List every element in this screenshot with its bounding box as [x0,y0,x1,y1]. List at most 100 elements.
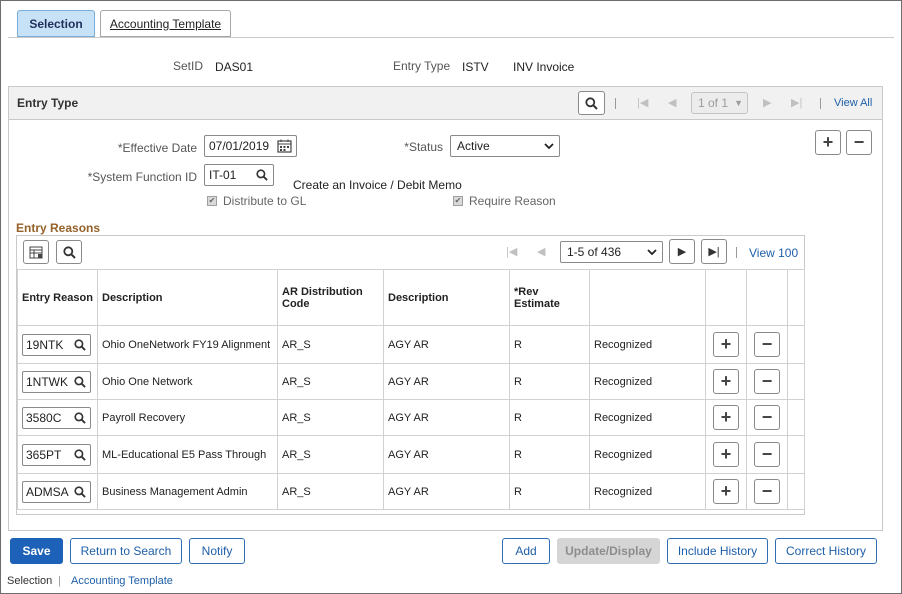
lookup-icon[interactable] [74,411,86,424]
table-header-row: Entry Reason Description AR Distribution… [17,269,805,326]
plus-icon: + [720,334,732,354]
tab-accounting-template[interactable]: Accounting Template [100,10,231,37]
view-100-link[interactable]: View 100 [749,246,798,260]
delete-cell: − [746,399,788,436]
footer-accounting-template-link[interactable]: Accounting Template [71,575,173,587]
dist-desc-cell: AGY AR [383,473,510,510]
entry-reason-cell: ADMSA [17,473,98,510]
entry-reason-field[interactable]: 1NTWK [22,370,91,393]
save-button[interactable]: Save [10,538,63,564]
view-all-link[interactable]: View All [834,97,872,109]
delete-row-button[interactable]: − [754,405,780,430]
include-history-label: Include History [677,544,758,558]
tab-accounting-template-label: Accounting Template [109,16,222,31]
lookup-icon[interactable] [74,485,86,498]
panel-page-select[interactable]: 1 of 1 ▼ [691,92,748,114]
rev-description-cell: Recognized [589,399,706,436]
plus-icon: + [720,371,732,391]
status-select[interactable]: Active [450,135,560,157]
tab-selection-label: Selection [29,16,83,31]
add-row-button[interactable]: + [713,405,739,430]
minus-icon: − [761,407,773,427]
entry-reason-field[interactable]: 3580C [22,406,91,429]
panel-search-button[interactable] [578,91,605,115]
dist-code-cell: AR_S [277,399,384,436]
grid-personalize-button[interactable] [23,240,49,264]
distribute-to-gl-checkbox[interactable]: ✔ [207,196,217,206]
chevron-down-icon [544,143,554,150]
panel-page-select-value: 1 of 1 [698,96,729,110]
grid-page-select-value: 1-5 of 436 [567,245,622,259]
plus-icon: + [822,132,834,152]
delete-row-button[interactable]: − [846,130,872,155]
add-cell: + [705,435,747,474]
grid-page-select[interactable]: 1-5 of 436 [560,241,663,263]
entry-reason-value: 1NTWK [26,374,68,389]
add-row-button[interactable]: + [713,369,739,394]
delete-row-button[interactable]: − [754,479,780,504]
delete-cell: − [746,363,788,400]
minus-icon: − [761,334,773,354]
include-history-button[interactable]: Include History [667,538,768,564]
system-function-field[interactable]: IT-01 [204,164,274,186]
lookup-icon[interactable] [74,338,86,351]
first-page-icon[interactable]: |◀ [506,245,517,258]
return-to-search-label: Return to Search [80,544,172,558]
spacer-cell [787,363,805,400]
entry-reason-value: 19NTK [26,337,64,352]
spacer-cell [787,473,805,510]
spacer-cell [787,435,805,474]
lookup-icon[interactable] [74,448,86,461]
description-cell: Ohio OneNetwork FY19 Alignment [97,325,278,364]
delete-row-button[interactable]: − [754,442,780,467]
table-row: 365PT ML-Educational E5 Pass Through AR_S A… [17,435,805,474]
tab-divider [8,37,894,38]
lookup-icon[interactable] [74,375,86,388]
notify-label: Notify [201,544,233,558]
rev-description-cell: Recognized [589,363,706,400]
correct-history-button[interactable]: Correct History [775,538,877,564]
first-page-icon[interactable]: |◀ [637,96,648,109]
minus-icon: − [853,132,865,152]
add-button[interactable]: Add [502,538,550,564]
entry-reason-cell: 1NTWK [17,363,98,400]
return-to-search-button[interactable]: Return to Search [70,538,182,564]
notify-button[interactable]: Notify [189,538,245,564]
effective-date-field[interactable]: 07/01/2019 [204,135,297,157]
entry-reason-field[interactable]: 365PT [22,443,91,466]
lookup-icon[interactable] [256,169,268,181]
entry-reason-field[interactable]: ADMSA [22,480,91,503]
entry-type-description: INV Invoice [513,60,575,74]
add-row-button[interactable]: + [713,332,739,357]
tab-selection[interactable]: Selection [17,10,95,37]
previous-page-icon[interactable]: ◀ [668,96,676,109]
entry-type-value: ISTV [462,60,489,74]
entry-reasons-title: Entry Reasons [16,221,101,235]
require-reason-checkbox[interactable]: ✔ [453,196,463,206]
table-row: 1NTWK Ohio One Network AR_S AGY AR R Recogniz… [17,363,805,400]
previous-page-icon[interactable]: ◀ [537,245,545,258]
require-reason-label: Require Reason [469,194,556,208]
entry-reason-field[interactable]: 19NTK [22,333,91,356]
grid-last-button[interactable]: ▶| [701,239,727,264]
grid-next-button[interactable]: ▶ [669,239,695,264]
delete-row-button[interactable]: − [754,369,780,394]
distribute-to-gl-label: Distribute to GL [223,194,307,208]
delete-row-button[interactable]: − [754,332,780,357]
rev-estimate-cell: R [509,325,590,364]
add-row-button[interactable]: + [713,479,739,504]
grid-search-button[interactable] [56,240,82,264]
last-page-icon: ▶| [708,246,720,258]
table-row: ADMSA Business Management Admin AR_S AGY AR… [17,473,805,510]
spacer-cell [787,325,805,364]
next-page-icon[interactable]: ▶ [763,96,771,109]
last-page-icon[interactable]: ▶| [791,96,802,109]
add-row-button[interactable]: + [713,442,739,467]
rev-estimate-cell: R [509,435,590,474]
status-label: *Status [404,140,443,154]
calendar-icon[interactable] [277,139,292,153]
effective-date-value: 07/01/2019 [209,139,270,153]
add-row-button[interactable]: + [815,130,841,155]
footer-selection-link[interactable]: Selection [7,575,52,587]
minus-icon: − [761,481,773,501]
